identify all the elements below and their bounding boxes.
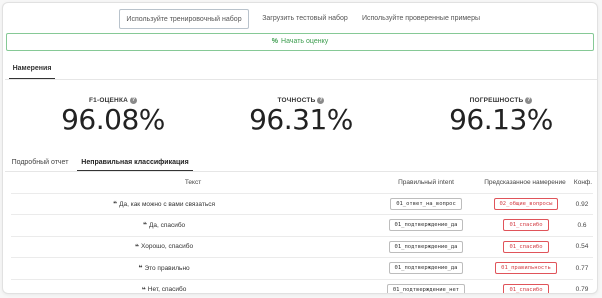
cell-predicted-intent: 02_общие_вопросы bbox=[477, 194, 575, 214]
divider bbox=[5, 171, 597, 172]
evaluation-panel: Используйте тренировочный набор Загрузит… bbox=[2, 2, 598, 294]
predicted-intent-badge[interactable]: 02_общие_вопросы bbox=[493, 198, 559, 210]
predicted-intent-badge[interactable]: 01_правильность bbox=[495, 262, 557, 275]
header-confidence: Конф. bbox=[573, 179, 593, 186]
header-predicted-intent: Предсказанное намерение bbox=[484, 179, 566, 186]
cell-predicted-intent: 01_спасибо bbox=[477, 237, 575, 257]
cell-confidence: 0.54 bbox=[569, 237, 595, 257]
cell-true-intent: 01_ответ_на_вопрос bbox=[383, 194, 469, 214]
example-text: Хорошо, спасибо bbox=[140, 243, 194, 251]
cell-confidence: 0.6 bbox=[569, 215, 595, 235]
example-text: Да, как можно с вами связаться bbox=[119, 200, 216, 208]
cell-true-intent: 01_подтверждение_нет bbox=[383, 280, 469, 293]
confidence-value: 0.79 bbox=[575, 286, 589, 294]
cell-predicted-intent: 01_спасибо bbox=[477, 215, 575, 235]
table-row[interactable]: ❝ Да, спасибо 01_подтверждение_да 01_спасиб… bbox=[11, 214, 593, 234]
tab-upload-test-set[interactable]: Загрузить тестовый набор bbox=[255, 9, 355, 29]
table-row[interactable]: ❝ Это правильно 01_подтверждение_да 01_прав… bbox=[11, 257, 593, 277]
metric-error-value: 96.13% bbox=[449, 103, 553, 136]
cell-text: ❝ Да, как можно с вами связаться bbox=[41, 194, 287, 214]
tab-use-verified-examples[interactable]: Используйте проверенные примеры bbox=[359, 9, 483, 29]
source-tabs: Используйте тренировочный набор Загрузит… bbox=[3, 9, 597, 29]
table-row[interactable]: ❝ Хорошо, спасибо 01_подтверждение_да 01_сп… bbox=[11, 235, 595, 257]
cell-text: ❝ Нет, спасибо bbox=[41, 280, 287, 294]
divider bbox=[5, 79, 597, 80]
quote-icon: ❝ bbox=[141, 286, 146, 294]
metric-accuracy: ТОЧНОСТЬ ? 96.31% bbox=[241, 96, 361, 135]
confidence-value: 0.92 bbox=[575, 200, 589, 208]
true-intent-badge[interactable]: 01_ответ_на_вопрос bbox=[390, 198, 462, 210]
start-evaluation-label: Начать оценку bbox=[281, 38, 329, 45]
quote-icon: ❝ bbox=[134, 243, 139, 251]
metric-f1-value: 96.08% bbox=[61, 103, 165, 136]
predicted-intent-badge[interactable]: 01_спасибо bbox=[503, 240, 549, 253]
quote-icon: ❝ bbox=[112, 201, 118, 208]
cell-text: ❝ Это правильно bbox=[41, 258, 287, 278]
table-row[interactable]: ❝ Да, как можно с вами связаться 01_ответ_… bbox=[11, 193, 593, 213]
example-text: Нет, спасибо bbox=[147, 286, 187, 294]
tab-use-training-set[interactable]: Используйте тренировочный набор bbox=[119, 9, 249, 29]
cell-true-intent: 01_подтверждение_да bbox=[383, 258, 469, 278]
cell-text: ❝ Да, спасибо bbox=[41, 215, 287, 235]
metric-f1: F1-ОЦЕНКА ? 96.08% bbox=[53, 96, 173, 135]
cell-confidence: 0.92 bbox=[569, 194, 595, 214]
cell-predicted-intent: 01_правильность bbox=[477, 258, 575, 278]
cell-true-intent: 01_подтверждение_да bbox=[383, 215, 469, 235]
predicted-intent-badge[interactable]: 01_спасибо bbox=[503, 283, 549, 293]
predicted-intent-badge[interactable]: 01_спасибо bbox=[503, 219, 549, 232]
example-text: Да, спасибо bbox=[148, 221, 186, 229]
cell-true-intent: 01_подтверждение_да bbox=[383, 237, 469, 257]
tab-detailed-report[interactable]: Подробный отчет bbox=[9, 156, 71, 172]
quote-icon: ❝ bbox=[138, 265, 143, 273]
metric-error: ПОГРЕШНОСТЬ ? 96.13% bbox=[441, 96, 561, 135]
cell-confidence: 0.77 bbox=[569, 258, 595, 278]
confidence-value: 0.77 bbox=[575, 264, 589, 272]
example-text: Это правильно bbox=[144, 264, 190, 272]
start-evaluation-button[interactable]: % Начать оценку bbox=[6, 33, 594, 51]
cell-text: ❝ Хорошо, спасибо bbox=[41, 237, 287, 257]
confidence-value: 0.54 bbox=[575, 243, 589, 251]
true-intent-badge[interactable]: 01_подтверждение_да bbox=[388, 262, 464, 275]
metric-accuracy-value: 96.31% bbox=[249, 103, 353, 136]
header-true-intent: Правильный intent bbox=[398, 179, 454, 186]
true-intent-badge[interactable]: 01_подтверждение_да bbox=[388, 219, 464, 232]
table-row[interactable]: ❝ Нет, спасибо 01_подтверждение_нет 01_спас… bbox=[11, 278, 595, 294]
tab-intents[interactable]: Намерения bbox=[9, 62, 55, 80]
cell-predicted-intent: 01_спасибо bbox=[477, 280, 575, 293]
cell-confidence: 0.79 bbox=[569, 280, 595, 294]
header-text: Текст bbox=[184, 179, 202, 186]
percent-icon: % bbox=[271, 38, 279, 45]
table-header: Текст Правильный intent Предсказанное на… bbox=[3, 179, 597, 191]
confidence-value: 0.6 bbox=[577, 221, 587, 229]
quote-icon: ❝ bbox=[142, 222, 147, 230]
tab-misclassification[interactable]: Неправильная классификация bbox=[77, 156, 193, 172]
true-intent-badge[interactable]: 01_подтверждение_нет bbox=[386, 283, 466, 293]
true-intent-badge[interactable]: 01_подтверждение_да bbox=[388, 240, 464, 253]
